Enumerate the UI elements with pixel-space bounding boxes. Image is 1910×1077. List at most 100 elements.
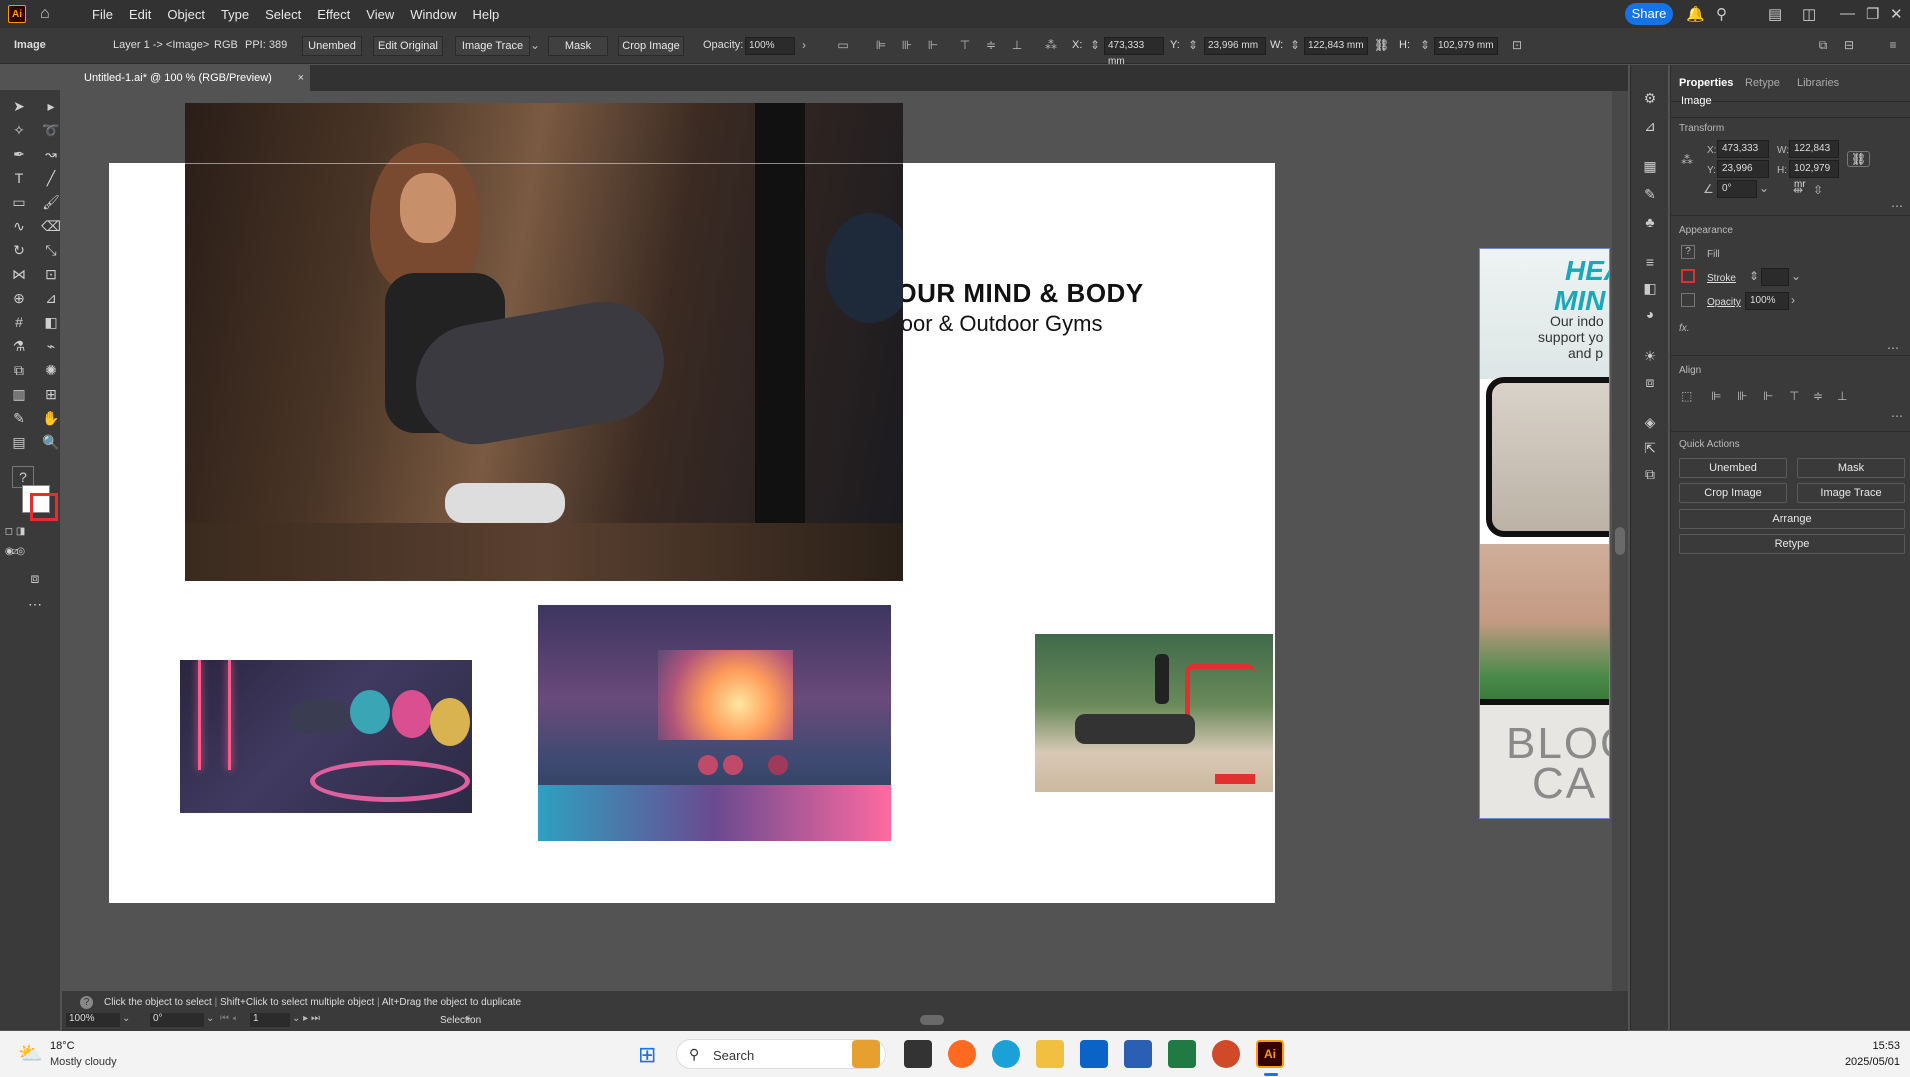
artboard-number-field[interactable]: 1 — [250, 1013, 290, 1027]
mask-button[interactable]: Mask — [548, 36, 608, 56]
chevron-down-icon[interactable]: ⌄ — [206, 1013, 214, 1024]
align-bottom-icon[interactable]: ⊥ — [1837, 389, 1847, 403]
distribute-icon[interactable]: ⊟ — [1842, 38, 1856, 52]
arrange-docs-icon[interactable]: ◫ — [1802, 5, 1816, 23]
canvas[interactable]: HEAL YOUR MIND & BODY h Our Indoor & Out… — [62, 91, 1610, 991]
h-field[interactable]: 102,979 mm — [1434, 37, 1498, 55]
stepper-icon[interactable]: ⇕ — [1749, 269, 1759, 283]
align-right-icon[interactable]: ⊩ — [926, 38, 940, 52]
weather-icon[interactable]: ⛅ — [18, 1041, 43, 1066]
tab-retype[interactable]: Retype — [1745, 77, 1780, 89]
menu-file[interactable]: File — [84, 7, 121, 22]
hand-tool-icon[interactable]: ✋ — [40, 408, 62, 428]
transform-icon[interactable]: ⊡ — [1510, 38, 1524, 52]
shaper-tool-icon[interactable]: ∿ — [8, 216, 30, 236]
edit-original-button[interactable]: Edit Original — [373, 36, 443, 56]
panel-menu-icon[interactable]: ≡ — [1886, 38, 1900, 52]
next-artboard-icon[interactable]: ⌄ ▸ ⏭ — [292, 1013, 320, 1024]
qa-arrange-button[interactable]: Arrange — [1679, 509, 1905, 529]
h-field[interactable]: 102,979 mr — [1789, 160, 1839, 190]
opacity-label[interactable]: Opacity — [1707, 297, 1741, 308]
symbols-dock-icon[interactable]: ♣ — [1641, 213, 1659, 231]
free-transform-tool-icon[interactable]: ⊡ — [40, 264, 62, 284]
chevron-down-icon[interactable]: ⌄ — [528, 38, 542, 52]
eraser-tool-icon[interactable]: ⌫ — [40, 216, 62, 236]
stroke-swatch[interactable] — [30, 493, 58, 521]
word-icon[interactable] — [1124, 1040, 1152, 1068]
weather-temp[interactable]: 18°C — [50, 1040, 75, 1052]
gradient-dock-icon[interactable]: ◧ — [1641, 279, 1659, 297]
angle-field[interactable]: 0° — [1717, 180, 1757, 198]
paintbrush-tool-icon[interactable]: 🖌 — [40, 192, 62, 212]
more-options-icon[interactable]: ⋯ — [1891, 409, 1903, 423]
menu-edit[interactable]: Edit — [121, 7, 159, 22]
rectangle-tool-icon[interactable]: ▭ — [8, 192, 30, 212]
woman-gym-image[interactable] — [185, 103, 903, 581]
file-explorer-icon[interactable] — [1036, 1040, 1064, 1068]
tool-menu-icon[interactable]: ▸ — [466, 1013, 471, 1024]
unembed-button[interactable]: Unembed — [302, 36, 362, 56]
menu-help[interactable]: Help — [464, 7, 507, 22]
y-field[interactable]: 23,996 mm — [1717, 160, 1769, 190]
clock-date[interactable]: 2025/05/01 — [1834, 1056, 1900, 1068]
align-left-icon[interactable]: ⊫ — [874, 38, 888, 52]
draw-mode-icon[interactable]: ◉ ◎ — [4, 542, 26, 562]
clock-time[interactable]: 15:53 — [1834, 1040, 1900, 1052]
isolate-icon[interactable]: ⧉ — [1816, 38, 1830, 52]
align-left-icon[interactable]: ⊫ — [1711, 389, 1721, 403]
measure-tool-icon[interactable]: ⌁ — [40, 336, 62, 356]
qa-crop-image-button[interactable]: Crop Image — [1679, 483, 1787, 503]
eyedropper-tool-icon[interactable]: ⚗ — [8, 336, 30, 356]
outdoor-gym-image[interactable] — [1035, 634, 1273, 792]
none-color-icon[interactable]: ◻ ◨ ⧄ — [4, 522, 26, 557]
minimize-icon[interactable]: — — [1840, 5, 1855, 22]
chevron-down-icon[interactable]: ⌄ — [1759, 181, 1769, 195]
image-trace-button[interactable]: Image Trace — [455, 36, 530, 56]
qa-image-trace-button[interactable]: Image Trace — [1797, 483, 1905, 503]
type-tool-icon[interactable]: T — [8, 168, 30, 188]
tab-properties[interactable]: Properties — [1679, 77, 1733, 89]
shape-builder-tool-icon[interactable]: ⊕ — [8, 288, 30, 308]
chevron-down-icon[interactable]: ⌄ — [122, 1013, 130, 1024]
edge-icon[interactable] — [992, 1040, 1020, 1068]
brushes-dock-icon[interactable]: ✎ — [1641, 185, 1659, 203]
tab-libraries[interactable]: Libraries — [1797, 77, 1839, 89]
qa-unembed-button[interactable]: Unembed — [1679, 458, 1787, 478]
align-center-icon[interactable]: ⊪ — [1737, 389, 1747, 403]
stroke-weight-field[interactable] — [1761, 268, 1789, 286]
x-field[interactable]: 473,333 mr — [1717, 140, 1769, 170]
rotate-tool-icon[interactable]: ↻ — [8, 240, 30, 260]
align-bottom-icon[interactable]: ⊥ — [1010, 38, 1024, 52]
align-middle-icon[interactable]: ≑ — [1813, 389, 1823, 403]
layers-dock-icon[interactable]: ◈ — [1641, 413, 1659, 431]
home-icon[interactable]: ⌂ — [40, 5, 58, 23]
qa-retype-button[interactable]: Retype — [1679, 534, 1905, 554]
line-tool-icon[interactable]: ╱ — [40, 168, 62, 188]
align-right-icon[interactable]: ⊩ — [1763, 389, 1773, 403]
task-view-icon[interactable] — [904, 1040, 932, 1068]
rotation-field[interactable]: 0° — [150, 1013, 204, 1027]
close-icon[interactable]: ✕ — [1890, 5, 1903, 23]
excel-icon[interactable] — [1168, 1040, 1196, 1068]
transparency-dock-icon[interactable]: ◕ — [1641, 305, 1659, 323]
stepper-icon[interactable]: ⇕ — [1186, 38, 1200, 52]
gradient-tool-icon[interactable]: ◧ — [40, 312, 62, 332]
stroke-label[interactable]: Stroke — [1707, 273, 1736, 284]
stepper-icon[interactable]: ⇕ — [1088, 38, 1102, 52]
illustrator-taskbar-icon[interactable]: Ai — [1256, 1040, 1284, 1068]
qa-mask-button[interactable]: Mask — [1797, 458, 1905, 478]
link-icon[interactable]: ⛓ — [1374, 38, 1389, 52]
slice-tool-icon[interactable]: ✎ — [8, 408, 30, 428]
horizontal-scrollbar[interactable] — [482, 1013, 1612, 1027]
zoom-field[interactable]: 100% — [66, 1013, 120, 1027]
width-tool-icon[interactable]: ⋈ — [8, 264, 30, 284]
menu-effect[interactable]: Effect — [309, 7, 358, 22]
opacity-field[interactable]: 100% — [1745, 292, 1789, 310]
constrain-proportions-icon[interactable]: ⛓ — [1847, 151, 1871, 167]
layer-info[interactable]: Layer 1 -> <Image> — [113, 39, 209, 51]
direct-selection-tool-icon[interactable]: ▸ — [40, 96, 62, 116]
lasso-tool-icon[interactable]: ➰ — [40, 120, 62, 140]
firefox-icon[interactable] — [948, 1040, 976, 1068]
flip-vertical-icon[interactable]: ⇳ — [1813, 183, 1823, 197]
stepper-icon[interactable]: ⇕ — [1288, 38, 1302, 52]
